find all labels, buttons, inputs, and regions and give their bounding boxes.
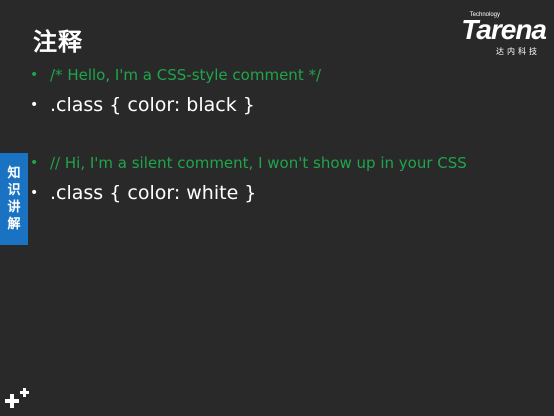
tab-char: 识 — [7, 183, 21, 198]
slide-title: 注释 — [33, 28, 83, 56]
bullet-dot-icon: • — [30, 97, 39, 113]
knowledge-tab: 知 识 讲 解 — [0, 153, 28, 245]
bullet-code-white: • .class { color: white } — [30, 182, 256, 204]
bullet-text: .class { color: black } — [50, 94, 255, 116]
bullet-dot-icon: • — [30, 155, 39, 171]
bullet-comment-css: • /* Hello, I'm a CSS-style comment */ — [30, 66, 321, 84]
bullet-text: // Hi, I'm a silent comment, I won't sho… — [50, 154, 467, 172]
tab-char: 讲 — [7, 200, 21, 215]
logo-chinese: 达内科技 — [496, 47, 540, 56]
bullet-text: /* Hello, I'm a CSS-style comment */ — [50, 66, 322, 84]
bullet-dot-icon: • — [30, 67, 39, 83]
bullet-comment-silent: • // Hi, I'm a silent comment, I won't s… — [30, 154, 467, 172]
bullet-dot-icon: • — [30, 185, 39, 201]
tarena-logo: Technology Tarena 达内科技 — [436, 12, 547, 56]
bullet-code-black: • .class { color: black } — [30, 94, 255, 116]
bullet-text: .class { color: white } — [50, 182, 257, 204]
tab-char: 解 — [7, 217, 21, 232]
slide: 注释 Technology Tarena 达内科技 知 识 讲 解 • /* H… — [0, 0, 554, 416]
plus-cluster-icon — [5, 388, 29, 408]
tab-char: 知 — [7, 166, 21, 181]
logo-brand: Tarena — [461, 14, 547, 45]
